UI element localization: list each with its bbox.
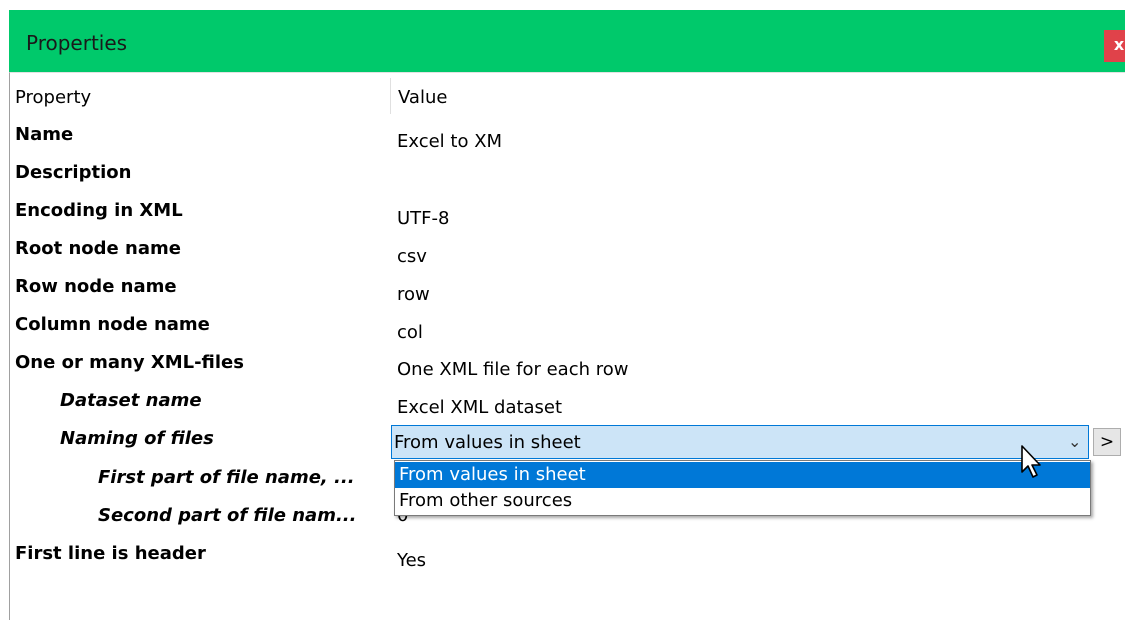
column-header-value: Value: [398, 87, 448, 108]
close-button[interactable]: x: [1104, 30, 1125, 62]
dropdown-option-from-values-in-sheet[interactable]: From values in sheet: [395, 462, 1090, 488]
property-label-row-node[interactable]: Row node name: [15, 276, 177, 297]
mouse-cursor-icon: [1021, 445, 1041, 478]
property-value-encoding[interactable]: UTF-8: [397, 208, 449, 229]
property-value-root-node[interactable]: csv: [397, 246, 427, 267]
naming-of-files-dropdown-list: From values in sheet From other sources: [394, 460, 1091, 516]
column-header-property: Property: [15, 87, 92, 108]
property-value-column-node[interactable]: col: [397, 322, 423, 343]
chevron-down-icon[interactable]: ⌄: [1068, 432, 1081, 451]
property-value-first-line-header[interactable]: Yes: [397, 550, 426, 571]
more-button[interactable]: >: [1093, 428, 1121, 456]
properties-grid: [9, 72, 1125, 620]
combobox-selected-value: From values in sheet: [394, 432, 581, 453]
property-label-root-node[interactable]: Root node name: [15, 238, 181, 259]
property-label-encoding[interactable]: Encoding in XML: [15, 200, 183, 221]
property-value-row-node[interactable]: row: [397, 284, 430, 305]
property-label-second-part[interactable]: Second part of file nam...: [98, 505, 356, 526]
title-bar: Properties x: [9, 10, 1125, 72]
naming-of-files-combobox[interactable]: From values in sheet ⌄: [391, 425, 1089, 459]
column-divider[interactable]: [390, 78, 391, 114]
dropdown-option-from-other-sources[interactable]: From other sources: [395, 488, 1090, 514]
property-value-xml-files[interactable]: One XML file for each row: [397, 359, 628, 380]
property-label-name[interactable]: Name: [15, 124, 73, 145]
property-label-first-part[interactable]: First part of file name, ...: [98, 467, 355, 488]
property-label-naming-of-files[interactable]: Naming of files: [60, 428, 214, 449]
property-label-column-node[interactable]: Column node name: [15, 314, 210, 335]
window-title: Properties: [26, 31, 128, 55]
property-label-description[interactable]: Description: [15, 162, 131, 183]
property-label-xml-files[interactable]: One or many XML-files: [15, 352, 244, 373]
property-label-first-line-header[interactable]: First line is header: [15, 543, 206, 564]
property-value-dataset-name[interactable]: Excel XML dataset: [397, 397, 562, 418]
property-label-dataset-name[interactable]: Dataset name: [60, 390, 202, 411]
property-value-name[interactable]: Excel to XM: [397, 131, 502, 152]
